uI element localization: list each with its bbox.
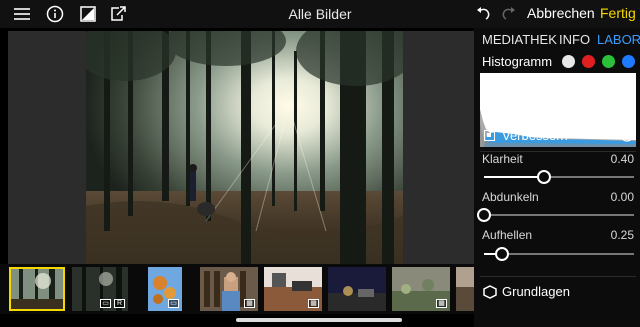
enhance-section-header[interactable]: Verbessern <box>480 128 636 146</box>
portrait-badge-icon: ▭ <box>100 299 111 308</box>
slider-handle[interactable] <box>477 208 491 222</box>
slider-handle[interactable] <box>537 170 551 184</box>
slider-label-klarheit: Klarheit 0.40 <box>482 152 634 166</box>
home-indicator[interactable] <box>236 318 402 322</box>
basics-label: Grundlagen <box>502 284 570 299</box>
histogram-header: Histogramm <box>482 54 636 69</box>
more-options-icon[interactable] <box>620 128 634 145</box>
thumbnail-4[interactable]: ▦ <box>200 267 258 311</box>
redo-icon[interactable] <box>500 4 520 24</box>
tab-mediathek[interactable]: MEDIATHEK <box>482 32 557 47</box>
compare-icon[interactable] <box>78 4 98 24</box>
tab-labor[interactable]: LABOR <box>597 32 640 47</box>
enhance-toggle-checkbox[interactable] <box>484 130 495 141</box>
slider-name: Abdunkeln <box>482 190 539 204</box>
thumbnail-7[interactable]: ▦ <box>392 267 450 311</box>
slider-fill <box>484 176 544 178</box>
slider-name: Aufhellen <box>482 228 533 242</box>
info-icon[interactable] <box>45 4 65 24</box>
red-channel-dot[interactable] <box>582 55 595 68</box>
enhance-label: Verbessern <box>502 128 568 143</box>
export-icon[interactable] <box>108 4 128 24</box>
basics-section-header[interactable]: Grundlagen <box>480 284 636 302</box>
histogram-label: Histogramm <box>482 54 553 69</box>
slider-name: Klarheit <box>482 152 523 166</box>
film-badge-icon: ▦ <box>244 299 255 308</box>
slider-label-abdunkeln: Abdunkeln 0.00 <box>482 190 634 204</box>
raw-badge-icon: R <box>114 299 125 308</box>
thumbnail-8[interactable] <box>456 267 474 311</box>
green-channel-dot[interactable] <box>602 55 615 68</box>
thumbnail-1[interactable] <box>9 267 65 311</box>
adjustment-panel: MEDIATHEK INFO LABOR Histogramm Verbesse… <box>474 28 640 327</box>
filmstrip: ▭ R ▭ ▦ ▦ ▦ <box>0 264 474 314</box>
slider-value: 0.00 <box>610 190 634 204</box>
top-toolbar: Alle Bilder Abbrechen Fertig <box>0 0 640 28</box>
slider-value: 0.25 <box>610 228 634 242</box>
portrait-badge-icon: ▭ <box>168 299 179 308</box>
tab-info[interactable]: INFO <box>559 32 590 47</box>
slider-label-aufhellen: Aufhellen 0.25 <box>482 228 634 242</box>
slider-klarheit[interactable] <box>484 170 634 184</box>
thumbnail-6[interactable] <box>328 267 386 311</box>
divider <box>480 276 636 277</box>
undo-icon[interactable] <box>472 4 492 24</box>
done-button[interactable]: Fertig <box>600 5 636 21</box>
photo-preview <box>86 31 403 264</box>
thumbnail-2[interactable]: ▭ R <box>72 267 128 311</box>
thumbnail-5[interactable]: ▦ <box>264 267 322 311</box>
slider-value: 0.40 <box>610 152 634 166</box>
hexagon-icon <box>483 285 497 302</box>
cancel-button[interactable]: Abbrechen <box>527 5 595 21</box>
slider-handle[interactable] <box>495 247 509 261</box>
film-badge-icon: ▦ <box>308 299 319 308</box>
film-badge-icon: ▦ <box>436 299 447 308</box>
slider-abdunkeln[interactable] <box>477 208 634 222</box>
blue-channel-dot[interactable] <box>622 55 635 68</box>
image-canvas[interactable] <box>8 31 474 264</box>
panel-tabs: MEDIATHEK INFO LABOR <box>482 32 640 48</box>
menu-icon[interactable] <box>12 4 32 24</box>
thumbnail-3[interactable]: ▭ <box>148 267 182 311</box>
luminance-channel-dot[interactable] <box>562 55 575 68</box>
slider-aufhellen[interactable] <box>484 247 634 261</box>
